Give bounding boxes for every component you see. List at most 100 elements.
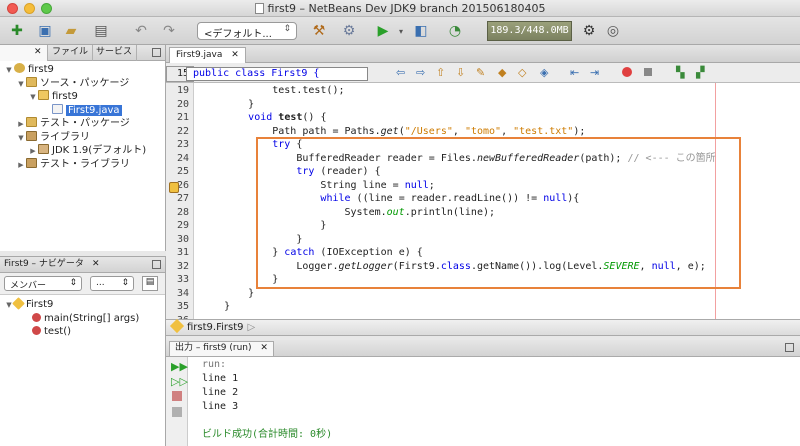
line-number: 25 [176,166,189,177]
method-icon [32,326,41,335]
tab-first9-java[interactable]: First9.java ✕ [169,47,246,63]
minimize-panel-icon[interactable] [152,48,161,57]
toggle-highlight-icon[interactable]: ✎ [476,66,490,79]
tree-item-project[interactable]: ▼ first9 [0,63,165,77]
warning-hint-icon[interactable] [169,182,179,193]
find-next-icon[interactable]: ⇩ [456,66,470,79]
navigator-tree: ▼ First9 main(String[] args) test() [0,295,165,339]
close-icon[interactable]: ✕ [260,343,268,353]
toggle-bookmark-icon[interactable]: ◈ [540,66,554,79]
navigator-title-bar: First9 – ナビゲータ ✕ [0,257,165,273]
line-number: 32 [176,260,189,272]
tab-services[interactable]: サービス [92,45,138,61]
line-number: 19 [176,85,189,96]
nav-item-method[interactable]: test() [0,325,165,339]
find-previous-icon[interactable]: ⇧ [436,66,450,79]
line-number: 33 [176,274,189,285]
breadcrumb-item[interactable]: first9.First9 [187,322,244,333]
line-number: 34 [176,287,189,299]
expand-arrow-icon[interactable]: ▶ [16,159,26,173]
new-file-icon[interactable]: ✚ [8,22,26,40]
debug-icon[interactable]: ◧ [412,22,430,40]
tab-files[interactable]: ファイル [48,45,94,61]
line-number-gutter: 19 20 21 22 23 24 25 26 27 28 29 30 31 3… [166,83,194,319]
profile-icon[interactable]: ◔ [446,22,464,40]
minimize-panel-icon[interactable] [152,260,161,269]
uncomment-icon[interactable]: ▞ [696,66,710,79]
output-tab-bar: 出力 – first9 (run) ✕ [166,340,800,357]
minimize-panel-icon[interactable] [785,343,794,352]
library-icon [26,130,37,141]
stop-macro-icon[interactable] [644,68,652,76]
nav-item-class[interactable]: ▼ First9 [0,297,165,313]
code-line: } [200,98,255,110]
clean-build-icon[interactable]: ⚙ [340,22,358,40]
nav-item-method[interactable]: main(String[] args) [0,312,165,326]
record-macro-icon[interactable] [622,67,632,77]
expand-arrow-icon[interactable]: ▶ [16,118,26,132]
code-line: test.test(); [200,85,345,96]
close-icon[interactable]: ✕ [92,257,100,272]
tree-item-java-file[interactable]: First9.java [0,103,165,118]
code-line: } [200,301,231,312]
package-icon [38,90,49,100]
new-project-icon[interactable]: ▣ [36,22,54,40]
comment-icon[interactable]: ▚ [676,66,690,79]
filters-icon[interactable]: ▤ [142,276,158,291]
members-select[interactable]: メンバー ⇕ [4,276,82,291]
line-number: 28 [176,206,189,218]
tree-item-source-packages[interactable]: ▼ ソース・パッケージ [0,76,165,92]
tree-item-test-packages[interactable]: ▶ テスト・パッケージ [0,117,165,131]
output-console[interactable]: run: line 1 line 2 line 3 ビルド成功(合計時間: 0秒… [188,357,800,446]
filter-select[interactable]: ... ⇕ [90,276,134,291]
undo-icon[interactable]: ↶ [132,22,150,40]
close-icon[interactable]: ✕ [34,45,42,60]
method-icon [32,312,41,322]
run-dropdown-icon[interactable]: ▾ [392,22,410,40]
code-line: } [200,287,255,299]
configuration-select[interactable]: <デフォルト... ⇕ [197,22,297,40]
expand-arrow-icon[interactable]: ▶ [28,145,38,159]
gc-icon[interactable]: ⚙ [580,22,598,40]
expand-arrow-icon[interactable]: ▼ [16,78,26,92]
chevron-right-icon: ▷ [247,322,256,333]
next-bookmark-icon[interactable]: ◇ [518,66,532,79]
class-icon [169,318,185,334]
tree-item-libraries[interactable]: ▼ ライブラリ [0,130,165,146]
expand-arrow-icon[interactable]: ▼ [4,299,14,313]
close-icon[interactable]: ✕ [231,50,239,60]
stop-icon[interactable] [172,391,182,401]
tab-output-run[interactable]: 出力 – first9 (run) ✕ [169,341,274,356]
expand-arrow-icon[interactable]: ▼ [16,132,26,146]
shift-left-icon[interactable]: ⇤ [570,66,584,79]
expand-arrow-icon[interactable]: ▼ [28,91,38,105]
open-project-icon[interactable]: ▰ [62,22,80,40]
tree-item-test-libraries[interactable]: ▶ テスト・ライブラリ [0,157,165,173]
rerun-icon[interactable]: ▶▶ [171,360,188,373]
shift-right-icon[interactable]: ⇥ [590,66,604,79]
line-number: 23 [176,139,189,150]
tab-projects[interactable]: ✕ [0,45,48,61]
output-line: line 2 [202,387,239,398]
back-icon[interactable]: ⇦ [396,66,410,79]
tree-item-package[interactable]: ▼ first9 [0,90,165,104]
memory-indicator[interactable]: 189.3/448.0MB [487,21,572,41]
chevron-updown-icon: ⇕ [283,24,291,34]
tree-item-jdk[interactable]: ▶ JDK 1.9(デフォルト) [0,144,165,158]
code-editor[interactable]: 19 20 21 22 23 24 25 26 27 28 29 30 31 3… [166,83,800,319]
build-hammer-icon[interactable]: ⚒ [310,22,328,40]
previous-bookmark-icon[interactable]: ◆ [498,66,512,79]
expand-arrow-icon[interactable]: ▼ [4,64,14,78]
navigator-panel: First9 – ナビゲータ ✕ メンバー ⇕ ... ⇕ ▤ ▼ First9 ma… [0,256,166,446]
document-icon [254,3,264,14]
rerun-with-params-icon[interactable]: ▷▷ [171,375,188,388]
run-icon[interactable]: ▶ [374,22,392,40]
output-line: line 3 [202,401,239,412]
project-icon [14,63,25,73]
forward-icon[interactable]: ⇨ [416,66,430,79]
notifications-icon[interactable]: ◎ [604,22,622,40]
settings-icon[interactable] [172,407,182,417]
redo-icon[interactable]: ↷ [160,22,178,40]
output-line: line 1 [202,373,239,384]
save-all-icon[interactable]: ▤ [92,22,110,40]
